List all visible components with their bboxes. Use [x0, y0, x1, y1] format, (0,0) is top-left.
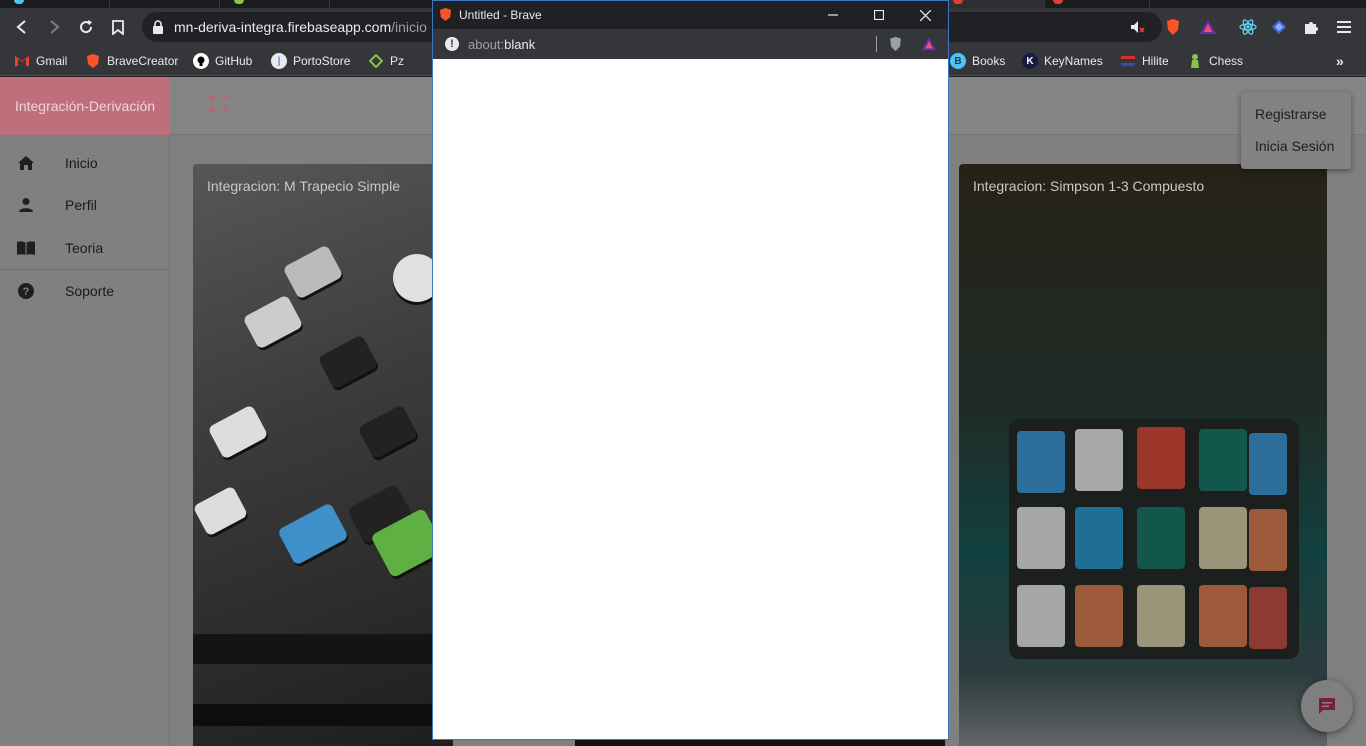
- browser-tab[interactable]: [945, 0, 1045, 8]
- browser-tab[interactable]: [0, 0, 110, 8]
- bookmark-pz[interactable]: Pz: [368, 51, 404, 71]
- bookmark-gmail[interactable]: Gmail: [14, 51, 67, 71]
- bookmark-bravecreator[interactable]: BraveCreator: [85, 51, 178, 71]
- cube-square: [1249, 433, 1287, 495]
- method-card-simpson[interactable]: Integracion: Simpson 1-3 Compuesto: [959, 164, 1327, 746]
- bookmark-hilite[interactable]: Hilite: [1120, 51, 1169, 71]
- cube-square: [1075, 507, 1123, 569]
- bookmark-books[interactable]: B Books: [950, 51, 1005, 71]
- more-bookmarks-icon[interactable]: »: [1336, 51, 1344, 71]
- sidebar-item-soporte[interactable]: ? Soporte: [0, 270, 170, 312]
- app-brand[interactable]: Integración-Derivación: [0, 77, 170, 135]
- forward-icon[interactable]: [43, 16, 65, 38]
- popup-titlebar[interactable]: Untitled - Brave: [433, 1, 948, 29]
- book-icon: [16, 238, 36, 258]
- brave-rewards-icon[interactable]: [921, 37, 937, 51]
- sidebar-item-perfil[interactable]: Perfil: [0, 184, 170, 226]
- calculator-icon[interactable]: [208, 93, 232, 117]
- help-icon: ?: [16, 281, 36, 301]
- chat-button[interactable]: [1301, 680, 1353, 732]
- svg-text:?: ?: [23, 286, 30, 298]
- portostore-icon: |: [271, 53, 287, 69]
- popup-title: Untitled - Brave: [459, 8, 542, 22]
- back-icon[interactable]: [11, 16, 33, 38]
- keynames-icon: K: [1022, 53, 1038, 69]
- cube-square: [1137, 585, 1185, 647]
- cube-square: [1017, 585, 1065, 647]
- home-icon: [16, 153, 36, 173]
- calculator-edge: [193, 704, 453, 726]
- react-devtools-icon[interactable]: [1237, 16, 1259, 38]
- browser-tab[interactable]: [110, 0, 244, 8]
- person-icon: [16, 195, 36, 215]
- reload-icon[interactable]: [75, 16, 97, 38]
- bookmark-keynames[interactable]: K KeyNames: [1022, 51, 1103, 71]
- popup-address-bar[interactable]: ! about:blank: [433, 29, 948, 59]
- cube-square: [1249, 587, 1287, 649]
- bookmark-portostore[interactable]: | PortoStore: [271, 51, 350, 71]
- cube-square: [1137, 427, 1185, 489]
- brave-rewards-icon[interactable]: [1197, 16, 1219, 38]
- account-menu: Registrarse Inicia Sesión: [1241, 92, 1351, 169]
- lock-icon: [153, 20, 163, 34]
- cube-square: [1017, 507, 1065, 569]
- brave-icon: [85, 53, 101, 69]
- login-menu-item[interactable]: Inicia Sesión: [1255, 138, 1334, 154]
- info-icon[interactable]: !: [445, 37, 459, 51]
- cube-square: [1199, 429, 1247, 491]
- hilite-icon: [1120, 53, 1136, 69]
- bookmark-chess[interactable]: Chess: [1187, 51, 1243, 71]
- extension-icon[interactable]: [1268, 16, 1290, 38]
- gmail-icon: [14, 53, 30, 69]
- minimize-icon[interactable]: [810, 1, 856, 29]
- cube-square: [1017, 431, 1065, 493]
- calculator-edge: [193, 634, 453, 664]
- bookmark-page-icon[interactable]: [107, 16, 129, 38]
- brave-shields-icon[interactable]: [888, 36, 903, 52]
- cube-square: [1199, 507, 1247, 569]
- books-icon: B: [950, 53, 966, 69]
- register-menu-item[interactable]: Registrarse: [1255, 106, 1327, 122]
- popup-content: [433, 59, 948, 739]
- address-url: mn-deriva-integra.firebaseapp.com/inicio: [174, 19, 427, 35]
- cube-square: [1199, 585, 1247, 647]
- divider: [876, 36, 877, 52]
- window-edge: [575, 740, 945, 746]
- sidebar-item-teoria[interactable]: Teoria: [0, 227, 170, 269]
- github-icon: [193, 53, 209, 69]
- chess-icon: [1187, 53, 1203, 69]
- cube-square: [1137, 507, 1185, 569]
- extensions-puzzle-icon[interactable]: [1300, 16, 1322, 38]
- sidebar-item-inicio[interactable]: Inicio: [0, 142, 170, 184]
- brave-shields-icon[interactable]: [1162, 16, 1184, 38]
- menu-hamburger-icon[interactable]: [1333, 16, 1355, 38]
- pz-icon: [368, 53, 384, 69]
- browser-tab[interactable]: [220, 0, 330, 8]
- browser-tab[interactable]: [1045, 0, 1150, 8]
- close-icon[interactable]: [902, 1, 948, 29]
- sidebar: Inicio Perfil Teoria ? Soporte: [0, 135, 170, 746]
- chat-icon: [1319, 698, 1335, 714]
- brave-icon: [439, 8, 452, 21]
- cube-square: [1075, 585, 1123, 647]
- site-muted-icon[interactable]: [1126, 16, 1148, 38]
- popup-window: Untitled - Brave ! about:blank: [432, 0, 949, 740]
- rubik-cube-image: [1009, 419, 1299, 659]
- method-card-trapecio[interactable]: Integracion: M Trapecio Simple: [193, 164, 453, 746]
- cube-square: [1249, 509, 1287, 571]
- maximize-icon[interactable]: [856, 1, 902, 29]
- popup-url: about:blank: [468, 37, 536, 52]
- bookmark-github[interactable]: GitHub: [193, 51, 252, 71]
- card-title: Integracion: M Trapecio Simple: [207, 178, 400, 194]
- card-title: Integracion: Simpson 1-3 Compuesto: [973, 178, 1205, 194]
- cube-square: [1075, 429, 1123, 491]
